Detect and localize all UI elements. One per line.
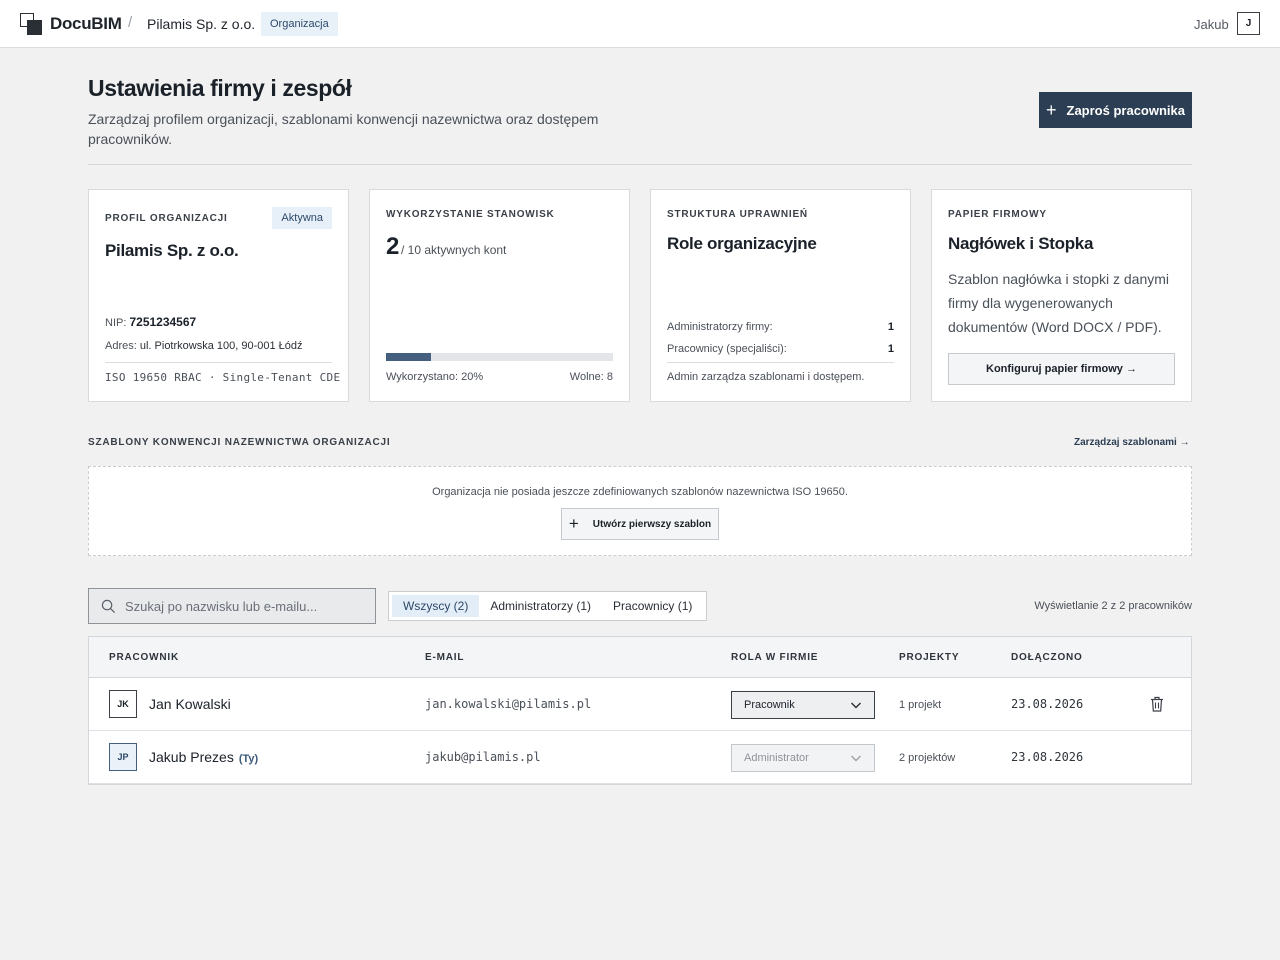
avatar: JK [109, 690, 137, 718]
chevron-down-icon [851, 702, 861, 709]
projects-count: 1 projekt [899, 699, 942, 711]
column-header-email: E-MAIL [425, 652, 465, 663]
user-name[interactable]: Jakub [1194, 17, 1229, 32]
create-template-label: Utwórz pierwszy szablon [592, 518, 712, 530]
search-icon [101, 599, 116, 614]
seat-usage-progress-fill [386, 353, 432, 361]
nip-value: 7251234567 [129, 315, 197, 329]
chevron-down-icon [851, 755, 861, 762]
empty-state-text: Organizacja nie posiada jeszcze zdefinio… [432, 486, 848, 498]
letterhead-card: PAPIER FIRMOWY Nagłówek i Stopka Szablon… [931, 189, 1192, 402]
role-select-disabled: Administrator [731, 744, 875, 772]
column-header-projects: PROJEKTY [899, 652, 960, 663]
trash-icon[interactable] [1150, 696, 1164, 712]
avatar: JP [109, 743, 137, 771]
employee-name: Jakub Prezes (Ty) [149, 749, 258, 765]
org-name: Pilamis Sp. z o.o. [105, 241, 239, 260]
tab-workers[interactable]: Pracownicy (1) [602, 595, 703, 617]
nip-row: NIP: 7251234567 [105, 315, 196, 329]
employee-email: jakub@pilamis.pl [425, 750, 541, 764]
admins-label: Administratorzy firmy: [667, 321, 773, 333]
usage-percent: Wykorzystano: 20% [386, 371, 484, 383]
breadcrumb-separator: / [128, 14, 133, 31]
column-header-joined: DOŁĄCZONO [1011, 652, 1083, 663]
tech-info: ISO 19650 RBAC · Single-Tenant CDE [105, 371, 341, 384]
breadcrumb-org-name[interactable]: Pilamis Sp. z o.o. [147, 16, 255, 32]
top-bar: DocuBIM / Pilamis Sp. z o.o. Organizacja… [0, 0, 1280, 48]
manage-templates-link[interactable]: Zarządzaj szablonami → [1074, 437, 1190, 448]
admins-count: 1 [887, 321, 894, 333]
joined-date: 23.08.2026 [1011, 697, 1084, 711]
employee-email: jan.kowalski@pilamis.pl [425, 697, 592, 711]
letterhead-description: Szablon nagłówka i stopki z danymi firmy… [948, 271, 1170, 335]
column-header-role: ROLA W FIRMIE [731, 652, 819, 663]
org-context-badge: Organizacja [261, 12, 338, 36]
card-divider [667, 362, 894, 363]
header-divider [88, 164, 1192, 165]
results-count: Wyświetlanie 2 z 2 pracowników [1034, 600, 1192, 612]
address-row: Adres: ul. Piotrkowska 100, 90-001 Łódź [105, 340, 303, 352]
org-profile-card: PROFIL ORGANIZACJI Aktywna Pilamis Sp. z… [88, 189, 349, 402]
seat-usage-progress [386, 353, 613, 361]
role-filter-tabs: Wszyscy (2) Administratorzy (1) Pracowni… [388, 591, 708, 621]
table-row: JK Jan Kowalski jan.kowalski@pilamis.pl … [89, 678, 1191, 731]
search-input[interactable] [125, 589, 365, 623]
address-label: Adres: [105, 340, 137, 352]
role-select-value: Administrator [744, 752, 809, 764]
table-header: PRACOWNIK E-MAIL ROLA W FIRMIE PROJEKTY … [89, 637, 1191, 678]
joined-date: 23.08.2026 [1011, 750, 1084, 764]
invite-employee-button[interactable]: + Zaproś pracownika [1039, 92, 1192, 128]
card-divider [105, 362, 332, 363]
plus-icon: + [1046, 100, 1057, 120]
page-title: Ustawienia firmy i zespół [88, 75, 352, 101]
templates-empty-state: Organizacja nie posiada jeszcze zdefinio… [88, 466, 1192, 556]
card-label: PAPIER FIRMOWY [948, 209, 1047, 220]
invite-employee-label: Zaproś pracownika [1066, 102, 1185, 118]
tab-admins[interactable]: Administratorzy (1) [479, 595, 602, 617]
roles-title: Role organizacyjne [667, 234, 817, 253]
docubim-logo-icon[interactable] [20, 13, 42, 35]
workers-label: Pracownicy (specjaliści): [667, 343, 787, 355]
nip-label: NIP: [105, 317, 127, 329]
free-seats: Wolne: 8 [569, 371, 613, 383]
roles-note: Admin zarządza szablonami i dostępem. [667, 371, 865, 383]
seats-used: 2 [386, 233, 400, 260]
employee-name-text: Jan Kowalski [149, 696, 231, 712]
seats-total: / 10 aktywnych kont [401, 243, 507, 257]
table-row: JP Jakub Prezes (Ty) jakub@pilamis.pl Adm… [89, 731, 1191, 784]
tab-all[interactable]: Wszyscy (2) [392, 595, 480, 617]
user-avatar[interactable]: J [1237, 12, 1260, 35]
employees-table: PRACOWNIK E-MAIL ROLA W FIRMIE PROJEKTY … [88, 636, 1192, 785]
card-label: PROFIL ORGANIZACJI [105, 213, 228, 224]
employee-name: Jan Kowalski [149, 696, 231, 712]
workers-count: 1 [887, 343, 894, 355]
employee-search[interactable] [88, 588, 376, 624]
workers-count-row: Pracownicy (specjaliści): 1 [667, 343, 894, 355]
employee-name-text: Jakub Prezes [149, 749, 234, 765]
role-select[interactable]: Pracownik [731, 691, 875, 719]
plus-icon: + [568, 514, 579, 533]
create-template-button[interactable]: + Utwórz pierwszy szablon [561, 508, 719, 540]
card-label: WYKORZYSTANIE STANOWISK [386, 209, 555, 220]
admins-count-row: Administratorzy firmy: 1 [667, 321, 894, 333]
roles-card: STRUKTURA UPRAWNIEŃ Role organizacyjne A… [650, 189, 911, 402]
status-badge: Aktywna [272, 207, 332, 229]
projects-count: 2 projektów [899, 752, 956, 764]
current-user-tag: (Ty) [238, 753, 259, 765]
configure-letterhead-button[interactable]: Konfiguruj papier firmowy → [948, 353, 1175, 385]
column-header-employee: PRACOWNIK [109, 652, 179, 663]
card-label: STRUKTURA UPRAWNIEŃ [667, 209, 808, 220]
address-value: ul. Piotrkowska 100, 90-001 Łódź [139, 340, 303, 352]
page-subtitle: Zarządzaj profilem organizacji, szablona… [88, 111, 599, 147]
brand-name[interactable]: DocuBIM [50, 14, 122, 34]
letterhead-title: Nagłówek i Stopka [948, 234, 1094, 253]
role-select-value: Pracownik [744, 699, 795, 711]
templates-section-title: SZABLONY KONWENCJI NAZEWNICTWA ORGANIZAC… [88, 437, 391, 448]
seat-usage-card: WYKORZYSTANIE STANOWISK 2 / 10 aktywnych… [369, 189, 630, 402]
